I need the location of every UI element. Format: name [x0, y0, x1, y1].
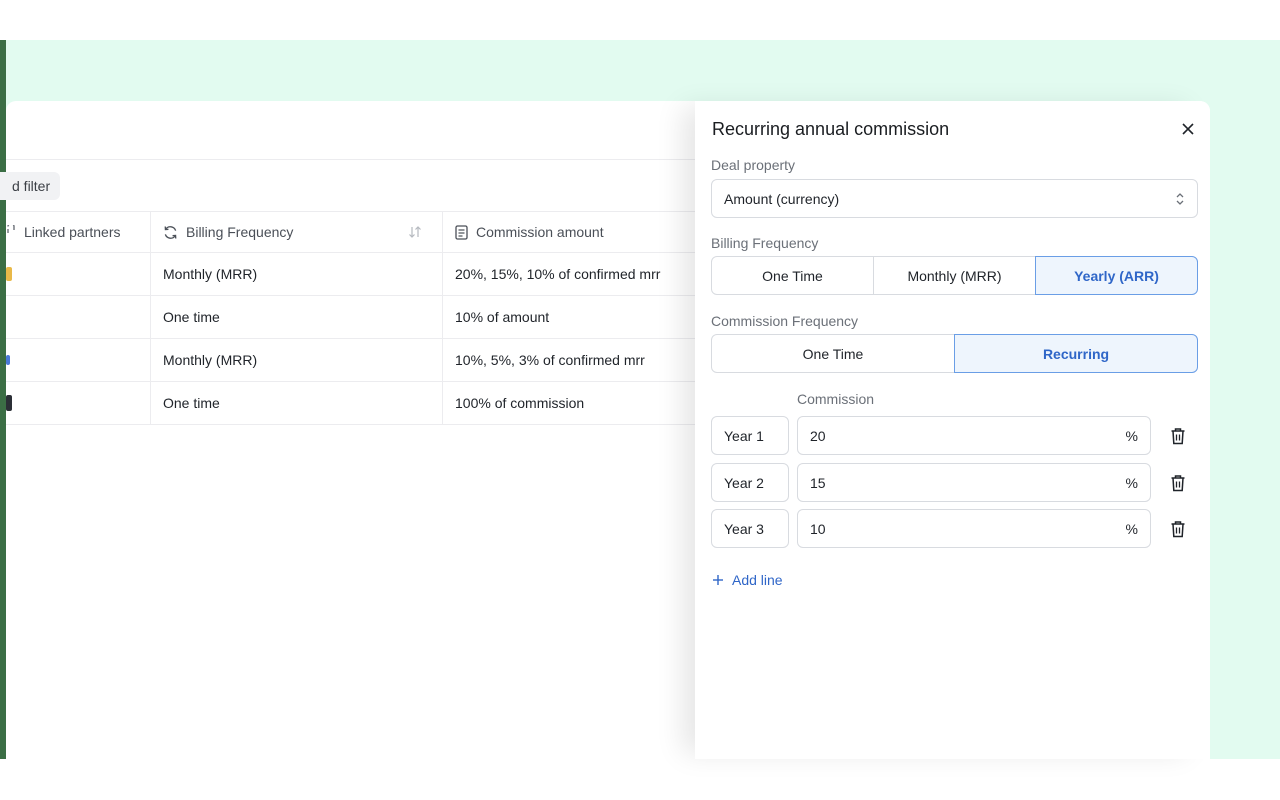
- column-label: Linked partners: [24, 224, 121, 240]
- year-field[interactable]: Year 3: [711, 509, 789, 548]
- billing-cell: Monthly (MRR): [151, 253, 443, 295]
- table-row[interactable]: Monthly (MRR) 20%, 15%, 10% of confirmed…: [6, 253, 706, 296]
- trash-icon[interactable]: [1170, 427, 1186, 445]
- commission-value: 20: [810, 427, 826, 444]
- table-row[interactable]: Monthly (MRR) 10%, 5%, 3% of confirmed m…: [6, 339, 706, 382]
- linked-partner-cell: [6, 339, 151, 381]
- year-field[interactable]: Year 1: [711, 416, 789, 455]
- commission-line: Year 3 10 %: [711, 509, 1198, 548]
- sort-icon[interactable]: [408, 225, 422, 239]
- commission-option-one-time[interactable]: One Time: [711, 334, 955, 373]
- commission-cell: 20%, 15%, 10% of confirmed mrr: [455, 266, 661, 282]
- deal-property-label: Deal property: [711, 157, 796, 173]
- commission-side-panel: Recurring annual commission Deal propert…: [695, 101, 1210, 759]
- trash-icon[interactable]: [1170, 474, 1186, 492]
- linked-partner-cell: [6, 253, 151, 295]
- percent-unit: %: [1125, 520, 1138, 537]
- column-billing-frequency[interactable]: Billing Frequency: [151, 212, 443, 252]
- commission-line: Year 2 15 %: [711, 463, 1198, 502]
- commission-value: 10: [810, 520, 826, 537]
- panel-title: Recurring annual commission: [712, 119, 950, 139]
- commission-cell: 10% of amount: [455, 309, 550, 325]
- linked-partner-cell: [6, 382, 151, 424]
- commission-option-recurring[interactable]: Recurring: [954, 334, 1198, 373]
- commission-value-input[interactable]: 20 %: [797, 416, 1151, 455]
- table-row[interactable]: One time 100% of commission: [6, 382, 706, 425]
- deal-property-value: Amount (currency): [724, 190, 840, 207]
- billing-option-one-time[interactable]: One Time: [711, 256, 874, 295]
- commission-value: 15: [810, 474, 826, 491]
- add-filter-button[interactable]: d filter: [0, 172, 61, 200]
- column-commission-amount[interactable]: Commission amount: [443, 212, 706, 252]
- partner-avatar: [6, 267, 12, 281]
- commission-value-input[interactable]: 10 %: [797, 509, 1151, 548]
- year-field[interactable]: Year 2: [711, 463, 789, 502]
- document-icon: [455, 224, 468, 240]
- link-icon: [7, 225, 15, 233]
- refresh-icon: [164, 225, 177, 239]
- column-label: Billing Frequency: [186, 224, 294, 240]
- header-divider: [6, 159, 706, 160]
- billing-cell: Monthly (MRR): [151, 339, 443, 381]
- percent-unit: %: [1125, 427, 1138, 444]
- percent-unit: %: [1125, 474, 1138, 491]
- commission-cell: 10%, 5%, 3% of confirmed mrr: [455, 352, 645, 368]
- commission-cell: 100% of commission: [455, 395, 585, 411]
- add-line-button[interactable]: Add line: [712, 572, 783, 588]
- commission-value-input[interactable]: 15 %: [797, 463, 1151, 502]
- chevron-up-down-icon: [1176, 192, 1184, 205]
- commission-line: Year 1 20 %: [711, 416, 1198, 455]
- partner-avatar: [6, 395, 12, 411]
- billing-option-monthly[interactable]: Monthly (MRR): [873, 256, 1036, 295]
- column-linked-partners[interactable]: Linked partners: [6, 212, 151, 252]
- partner-avatar: [6, 355, 10, 365]
- partners-table: Linked partners Billing Frequency Commis…: [6, 211, 706, 425]
- trash-icon[interactable]: [1170, 520, 1186, 538]
- commission-column-label: Commission: [797, 391, 875, 407]
- plus-icon: [713, 575, 723, 585]
- column-label: Commission amount: [476, 224, 604, 240]
- billing-frequency-toggle: One Time Monthly (MRR) Yearly (ARR): [711, 256, 1198, 295]
- table-header: Linked partners Billing Frequency Commis…: [6, 211, 706, 253]
- deal-property-select[interactable]: Amount (currency): [711, 179, 1198, 218]
- commission-frequency-toggle: One Time Recurring: [711, 334, 1198, 373]
- billing-frequency-label: Billing Frequency: [711, 235, 819, 251]
- close-icon[interactable]: [1179, 120, 1197, 138]
- add-line-label: Add line: [732, 572, 783, 588]
- billing-cell: One time: [151, 382, 443, 424]
- linked-partner-cell: [6, 296, 151, 338]
- table-row[interactable]: One time 10% of amount: [6, 296, 706, 339]
- commission-frequency-label: Commission Frequency: [711, 313, 859, 329]
- billing-option-yearly[interactable]: Yearly (ARR): [1035, 256, 1198, 295]
- billing-cell: One time: [151, 296, 443, 338]
